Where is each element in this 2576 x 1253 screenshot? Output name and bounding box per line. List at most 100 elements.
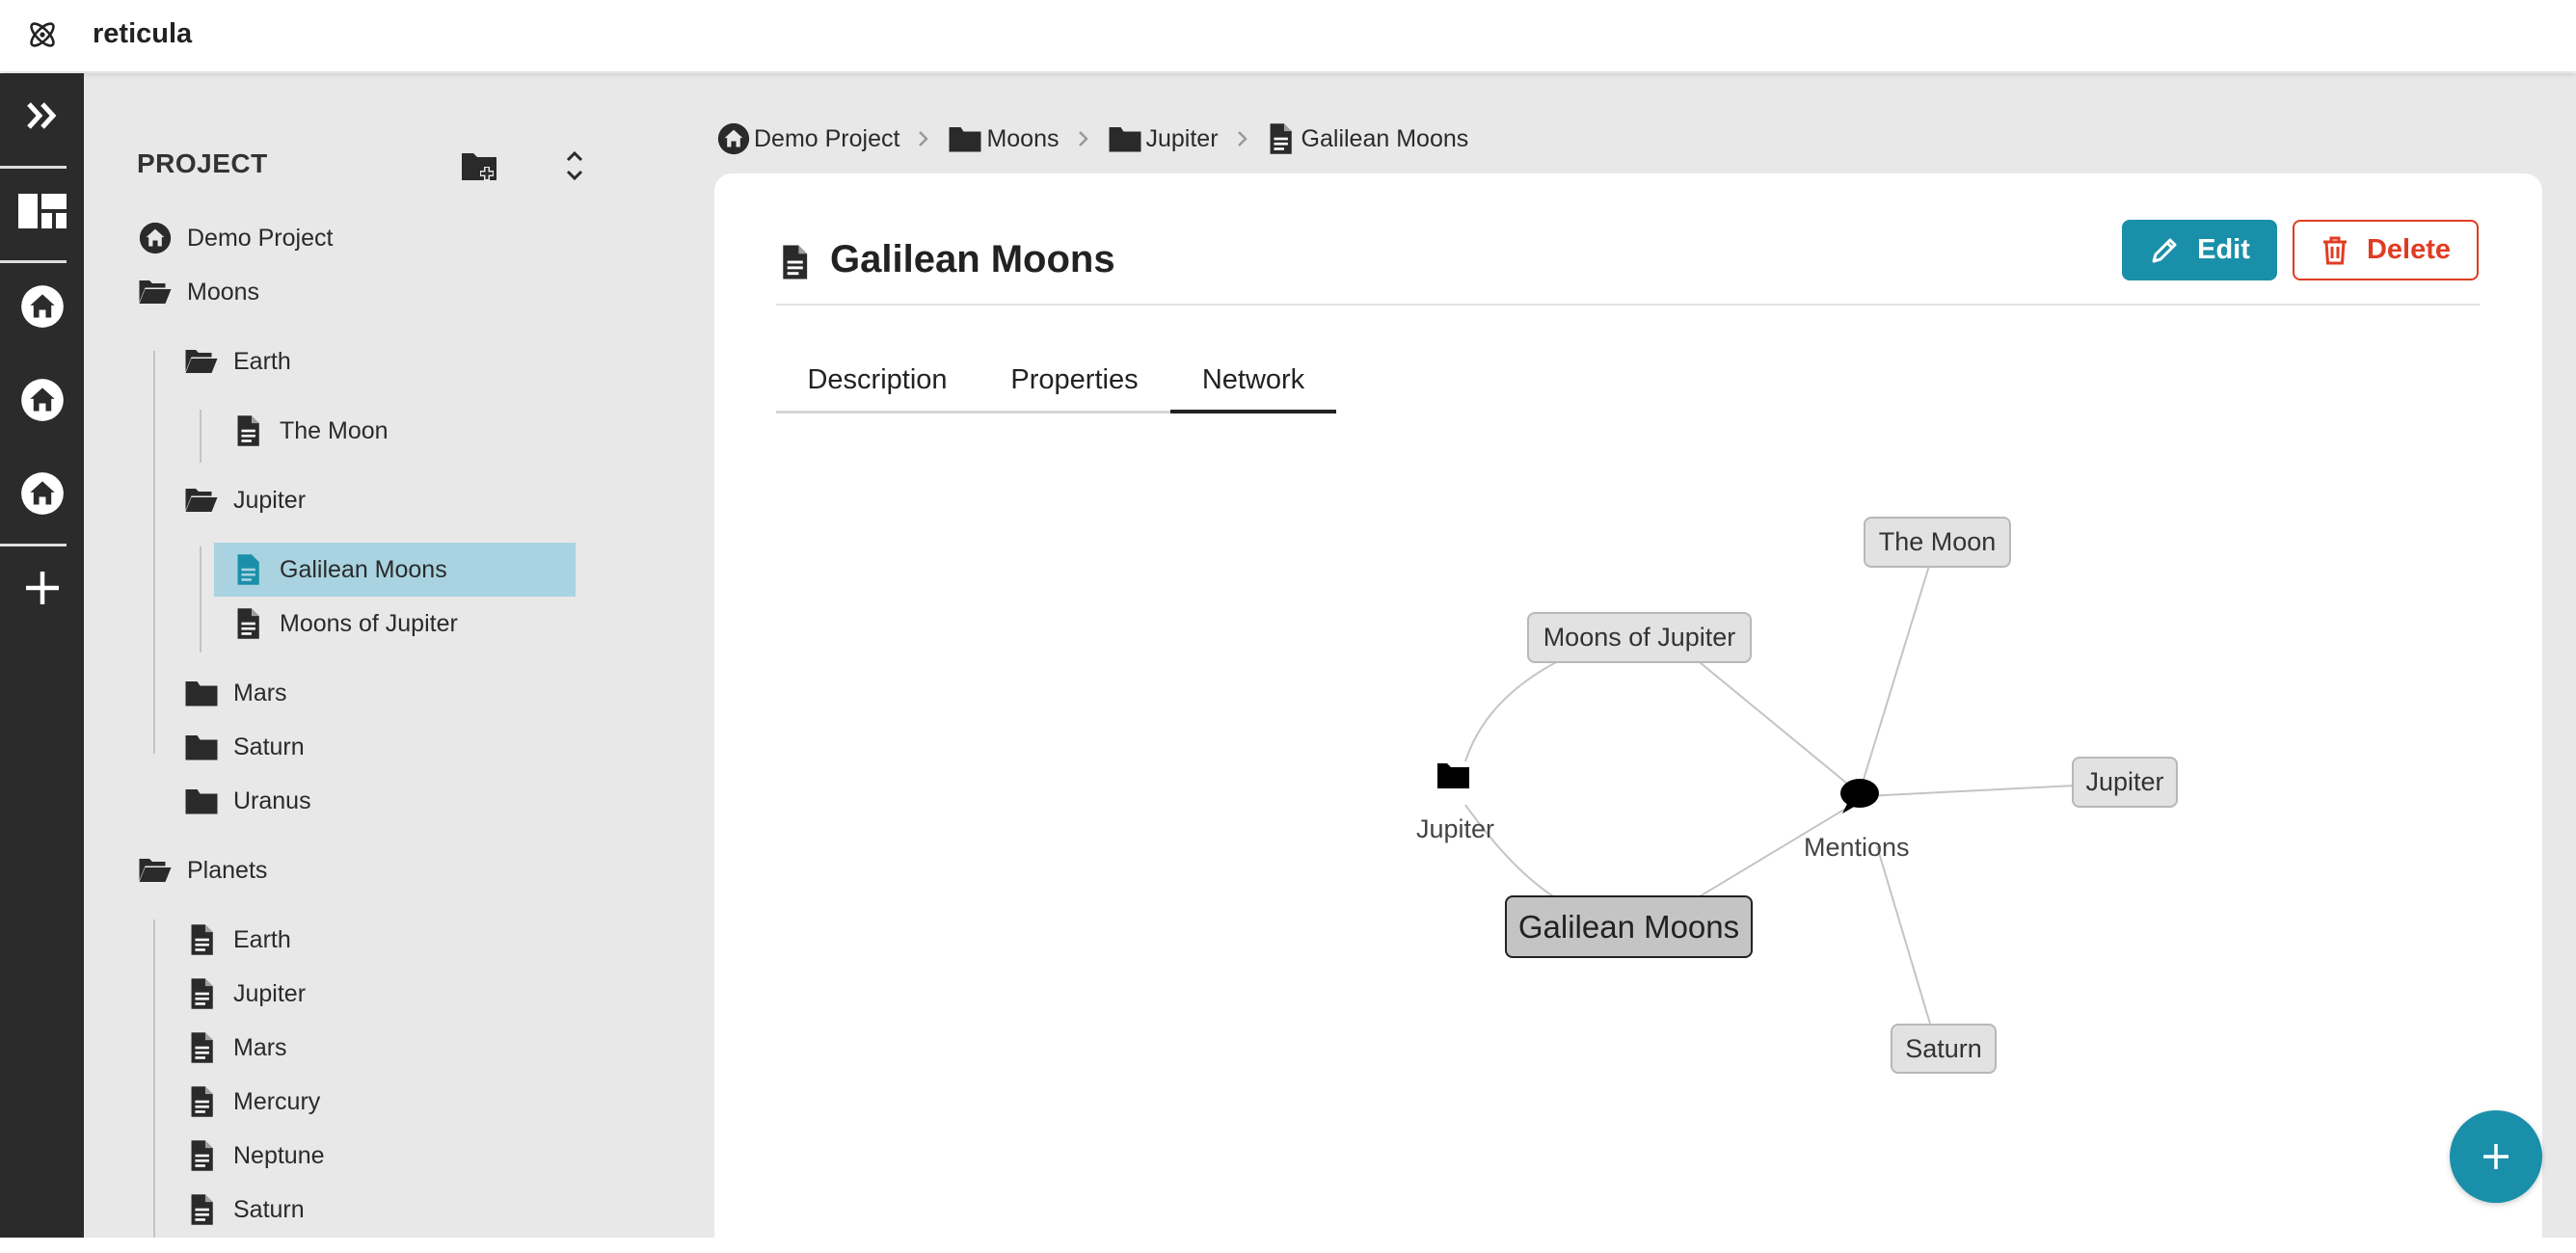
home-icon <box>137 222 174 254</box>
delete-button[interactable]: Delete <box>2293 220 2479 280</box>
folder-open-icon <box>183 484 220 517</box>
tree-item-planets[interactable]: Planets <box>137 851 267 890</box>
expand-collapse-icon[interactable] <box>563 147 586 185</box>
double-chevron-right-icon <box>26 102 56 129</box>
tree-item-label: Mars <box>233 1033 287 1061</box>
atom-icon[interactable] <box>25 17 60 52</box>
rail-divider <box>0 260 67 263</box>
document-icon <box>779 244 810 280</box>
app-name[interactable]: reticula <box>93 18 192 50</box>
folder-icon <box>1108 124 1142 153</box>
tree-item-moons-mars[interactable]: Mars <box>183 674 287 712</box>
tree-item-demo-project[interactable]: Demo Project <box>137 219 333 257</box>
home-icon <box>717 122 750 155</box>
tree-item-moons-jupiter[interactable]: Jupiter <box>183 481 306 520</box>
add-item-fab[interactable] <box>2450 1110 2542 1203</box>
tree-item-planets-jupiter[interactable]: Jupiter <box>183 974 306 1013</box>
folder-open-icon <box>137 276 174 308</box>
add-folder-icon[interactable] <box>460 147 498 186</box>
network-node-galilean-moons[interactable]: Galilean Moons <box>1505 895 1753 958</box>
title-divider <box>776 304 2480 306</box>
breadcrumb-label: Galilean Moons <box>1301 124 1469 152</box>
breadcrumb-item-galilean-moons[interactable]: Galilean Moons <box>1267 122 1469 155</box>
tree-item-moons-earth[interactable]: Earth <box>183 342 291 381</box>
folder-icon <box>948 124 982 153</box>
tree-item-planets-mars[interactable]: Mars <box>183 1028 287 1067</box>
chevron-right-icon <box>1077 129 1090 148</box>
edit-button[interactable]: Edit <box>2122 220 2277 280</box>
tab-properties[interactable]: Properties <box>979 364 1170 413</box>
tree-item-label: Mercury <box>233 1087 321 1115</box>
tree-item-label: Saturn <box>233 1195 305 1223</box>
tree-item-moons[interactable]: Moons <box>137 273 259 311</box>
tree-item-label: The Moon <box>280 416 389 444</box>
tree-item-moons-uranus[interactable]: Uranus <box>183 782 311 820</box>
folder-open-icon <box>137 854 174 887</box>
document-icon <box>229 553 266 586</box>
network-node-moons-of-jupiter[interactable]: Moons of Jupiter <box>1527 612 1752 663</box>
top-bar: reticula <box>0 0 2576 71</box>
edge-saturn-mentions <box>1876 845 1931 1025</box>
chevron-right-icon <box>1236 129 1249 148</box>
folder-icon <box>183 731 220 763</box>
breadcrumb-item-jupiter[interactable]: Jupiter <box>1108 124 1219 153</box>
folder-icon <box>183 677 220 709</box>
project-panel: PROJECT Demo Project Moons Earth The Moo… <box>84 73 713 1238</box>
home-icon <box>20 378 65 422</box>
home-icon <box>20 471 65 516</box>
tree-item-planets-neptune[interactable]: Neptune <box>183 1136 325 1175</box>
tree-item-label: Jupiter <box>233 979 307 1007</box>
document-icon <box>183 1085 220 1118</box>
network-node-saturn[interactable]: Saturn <box>1891 1024 1997 1074</box>
breadcrumb-item-moons[interactable]: Moons <box>948 124 1060 153</box>
expand-rail-button[interactable] <box>0 82 84 149</box>
tree-item-moons-saturn[interactable]: Saturn <box>183 728 305 766</box>
document-icon <box>1267 122 1294 155</box>
edge-moons-of-jupiter-folder <box>1464 659 1561 762</box>
network-graph[interactable]: The Moon Moons of Jupiter Jupiter Galile… <box>714 443 2542 1234</box>
tree-item-label: Planets <box>187 856 268 884</box>
panel-title: PROJECT <box>137 148 268 178</box>
tree-item-the-moon[interactable]: The Moon <box>229 412 389 450</box>
rail-divider <box>0 166 67 169</box>
tree-item-label: Saturn <box>233 733 305 760</box>
dashboard-button[interactable] <box>0 177 84 245</box>
tree-item-galilean-moons[interactable]: Galilean Moons <box>214 543 576 597</box>
tree-guide <box>200 410 201 463</box>
trash-icon <box>2322 236 2347 264</box>
tree-item-moons-of-jupiter[interactable]: Moons of Jupiter <box>229 604 458 643</box>
pencil-icon <box>2152 238 2177 262</box>
tree-item-label: Earth <box>233 925 291 953</box>
home-icon <box>20 284 65 329</box>
document-icon <box>183 923 220 956</box>
network-node-jupiter[interactable]: Jupiter <box>2072 757 2178 808</box>
dashboard-icon <box>17 194 67 228</box>
document-icon <box>183 1031 220 1064</box>
tab-network[interactable]: Network <box>1170 364 1336 413</box>
document-icon <box>183 1139 220 1172</box>
add-project-button[interactable] <box>0 554 84 622</box>
tree-item-label: Uranus <box>233 786 311 814</box>
tree-item-planets-earth[interactable]: Earth <box>183 920 291 959</box>
tree-item-label: Moons <box>187 278 260 306</box>
tree-item-label: Galilean Moons <box>280 555 447 583</box>
folder-icon <box>183 785 220 817</box>
speech-bubble-icon <box>1840 779 1879 813</box>
breadcrumb-label: Moons <box>986 124 1060 152</box>
rail-divider <box>0 544 67 547</box>
network-node-the-moon[interactable]: The Moon <box>1864 517 2011 568</box>
network-node-jupiter-folder-label[interactable]: Jupiter <box>1416 814 1494 844</box>
document-icon <box>183 977 220 1010</box>
document-icon <box>183 1193 220 1226</box>
tree-item-planets-mercury[interactable]: Mercury <box>183 1082 320 1121</box>
breadcrumb-item-project[interactable]: Demo Project <box>717 122 899 155</box>
folder-icon <box>1437 763 1469 788</box>
project-home-button-2[interactable] <box>0 366 84 434</box>
project-home-button-3[interactable] <box>0 460 84 527</box>
left-rail <box>0 73 84 1238</box>
tree-item-planets-saturn[interactable]: Saturn <box>183 1190 305 1229</box>
edit-button-label: Edit <box>2197 234 2250 265</box>
project-home-button-1[interactable] <box>0 273 84 340</box>
network-node-mentions-label[interactable]: Mentions <box>1804 833 1910 863</box>
tab-description[interactable]: Description <box>776 364 979 413</box>
